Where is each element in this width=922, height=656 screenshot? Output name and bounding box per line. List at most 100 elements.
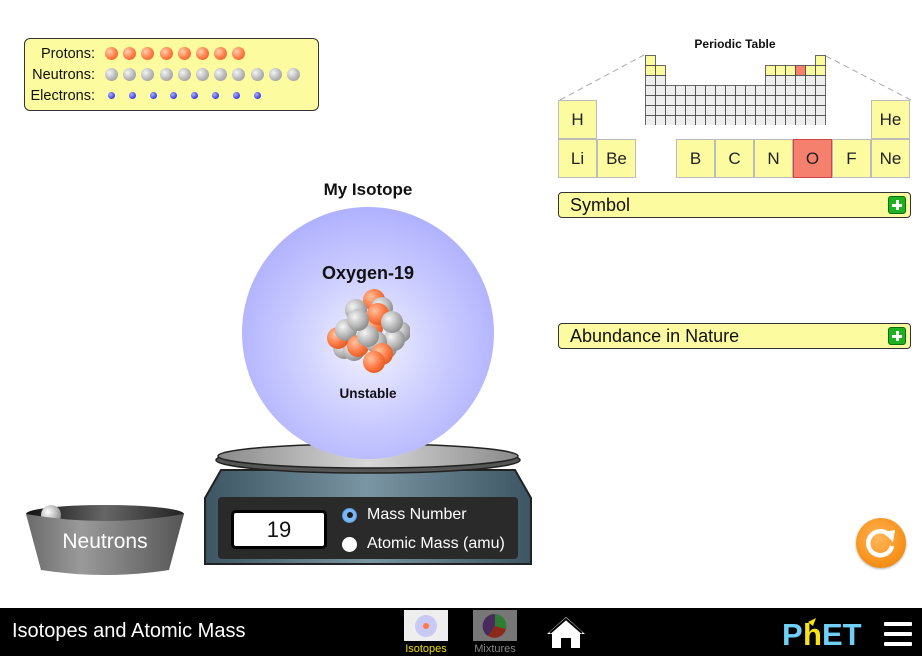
bucket-label: Neutrons xyxy=(62,530,148,553)
mini-element-cell xyxy=(775,85,786,96)
mixtures-screen-label: Mixtures xyxy=(474,643,516,655)
mini-element-cell xyxy=(765,75,776,86)
proton-dot xyxy=(141,47,155,60)
mini-element-cell xyxy=(775,95,786,106)
mini-element-cell xyxy=(765,65,776,76)
phet-logo[interactable]: P h ET xyxy=(782,618,874,648)
mini-element-cell xyxy=(685,95,696,106)
expand-plus-icon[interactable] xyxy=(888,327,906,345)
neutron-particle[interactable] xyxy=(381,311,403,333)
mini-element-cell xyxy=(775,65,786,76)
proton-dot xyxy=(123,47,137,60)
atomic-mass-radio[interactable]: Atomic Mass (amu) xyxy=(342,535,505,553)
mini-element-cell xyxy=(655,75,666,86)
mini-element-cell xyxy=(655,85,666,96)
mini-element-cell xyxy=(815,95,826,106)
mini-element-cell xyxy=(655,95,666,106)
mini-element-cell xyxy=(805,95,816,106)
mini-element-cell xyxy=(755,115,766,125)
screen-button-isotopes[interactable]: Isotopes xyxy=(400,610,452,656)
reset-all-button[interactable] xyxy=(856,518,906,568)
mixtures-screen-icon xyxy=(473,610,517,641)
mini-element-cell xyxy=(705,85,716,96)
abundance-accordion[interactable]: Abundance in Nature xyxy=(558,323,911,349)
element-button-li[interactable]: Li xyxy=(558,139,597,178)
mini-element-cell xyxy=(815,75,826,86)
mini-element-cell xyxy=(815,115,826,125)
mini-element-cell xyxy=(675,95,686,106)
mini-element-cell xyxy=(765,105,776,116)
neutron-dot xyxy=(286,68,300,81)
mini-element-cell xyxy=(645,115,656,125)
mini-element-cell xyxy=(665,105,676,116)
proton-dot xyxy=(232,47,246,60)
mini-element-cell xyxy=(745,105,756,116)
neutron-dot xyxy=(177,68,191,81)
radio-selected-icon[interactable] xyxy=(342,507,357,523)
element-button-n[interactable]: N xyxy=(754,139,793,178)
isotopes-screen-icon xyxy=(404,610,448,641)
mini-element-cell xyxy=(785,75,796,86)
periodic-table: Periodic Table H He Li Be B C N O F Ne xyxy=(555,30,915,180)
mini-element-cell xyxy=(705,105,716,116)
abundance-accordion-title: Abundance in Nature xyxy=(570,325,740,346)
mini-element-cell xyxy=(785,65,796,76)
neutron-dot xyxy=(214,68,228,81)
element-button-he[interactable]: He xyxy=(871,100,910,139)
svg-text:ET: ET xyxy=(822,618,862,648)
mini-element-cell xyxy=(805,115,816,125)
mini-element-cell xyxy=(765,95,776,106)
menu-hamburger-icon[interactable] xyxy=(884,622,912,646)
mini-element-cell xyxy=(665,85,676,96)
mini-element-cell xyxy=(775,75,786,86)
mini-element-cell xyxy=(715,95,726,106)
mini-element-cell xyxy=(695,85,706,96)
neutrons-row: Neutrons: xyxy=(25,64,318,85)
mini-element-cell xyxy=(755,105,766,116)
element-button-f[interactable]: F xyxy=(832,139,871,178)
proton-particle[interactable] xyxy=(363,351,385,373)
mini-element-cell xyxy=(785,95,796,106)
mini-element-cell xyxy=(795,105,806,116)
neutron-dot xyxy=(123,68,137,81)
mini-element-cell xyxy=(765,85,776,96)
mini-element-cell xyxy=(685,85,696,96)
symbol-accordion[interactable]: Symbol xyxy=(558,192,911,218)
element-button-be[interactable]: Be xyxy=(597,139,636,178)
radio-unselected-icon[interactable] xyxy=(342,536,357,552)
mini-element-cell xyxy=(785,115,796,125)
element-button-b[interactable]: B xyxy=(676,139,715,178)
neutrons-label: Neutrons: xyxy=(32,66,95,83)
neutron-dot xyxy=(195,68,209,81)
mini-element-cell xyxy=(725,115,736,125)
home-button[interactable] xyxy=(545,614,587,650)
protons-dots xyxy=(105,47,251,60)
mini-element-cell xyxy=(745,85,756,96)
mini-element-cell xyxy=(795,65,806,76)
mini-element-cell xyxy=(755,95,766,106)
electron-dot xyxy=(170,92,178,99)
electrons-row: Electrons: xyxy=(25,85,318,106)
screen-button-mixtures[interactable]: Mixtures xyxy=(469,610,521,656)
mini-element-cell xyxy=(795,95,806,106)
element-button-o[interactable]: O xyxy=(793,139,832,178)
mini-element-cell xyxy=(655,105,666,116)
mini-element-cell xyxy=(685,115,696,125)
element-name: Oxygen-19 xyxy=(321,263,415,283)
neutron-particle[interactable] xyxy=(347,309,369,331)
mini-element-cell xyxy=(795,85,806,96)
mass-number-radio[interactable]: Mass Number xyxy=(342,506,467,524)
mini-element-cell xyxy=(795,75,806,86)
neutron-dot xyxy=(141,68,155,81)
mini-element-cell xyxy=(725,85,736,96)
element-button-h[interactable]: H xyxy=(558,100,597,139)
mini-periodic-table xyxy=(645,55,826,125)
particle-counts-panel: Protons: Neutrons: Electrons: xyxy=(24,38,319,111)
mini-element-cell xyxy=(815,55,826,66)
element-button-ne[interactable]: Ne xyxy=(871,139,910,178)
expand-plus-icon[interactable] xyxy=(888,196,906,214)
mini-element-cell xyxy=(765,115,776,125)
svg-text:P: P xyxy=(782,618,803,648)
element-button-c[interactable]: C xyxy=(715,139,754,178)
nucleus[interactable] xyxy=(318,288,410,374)
